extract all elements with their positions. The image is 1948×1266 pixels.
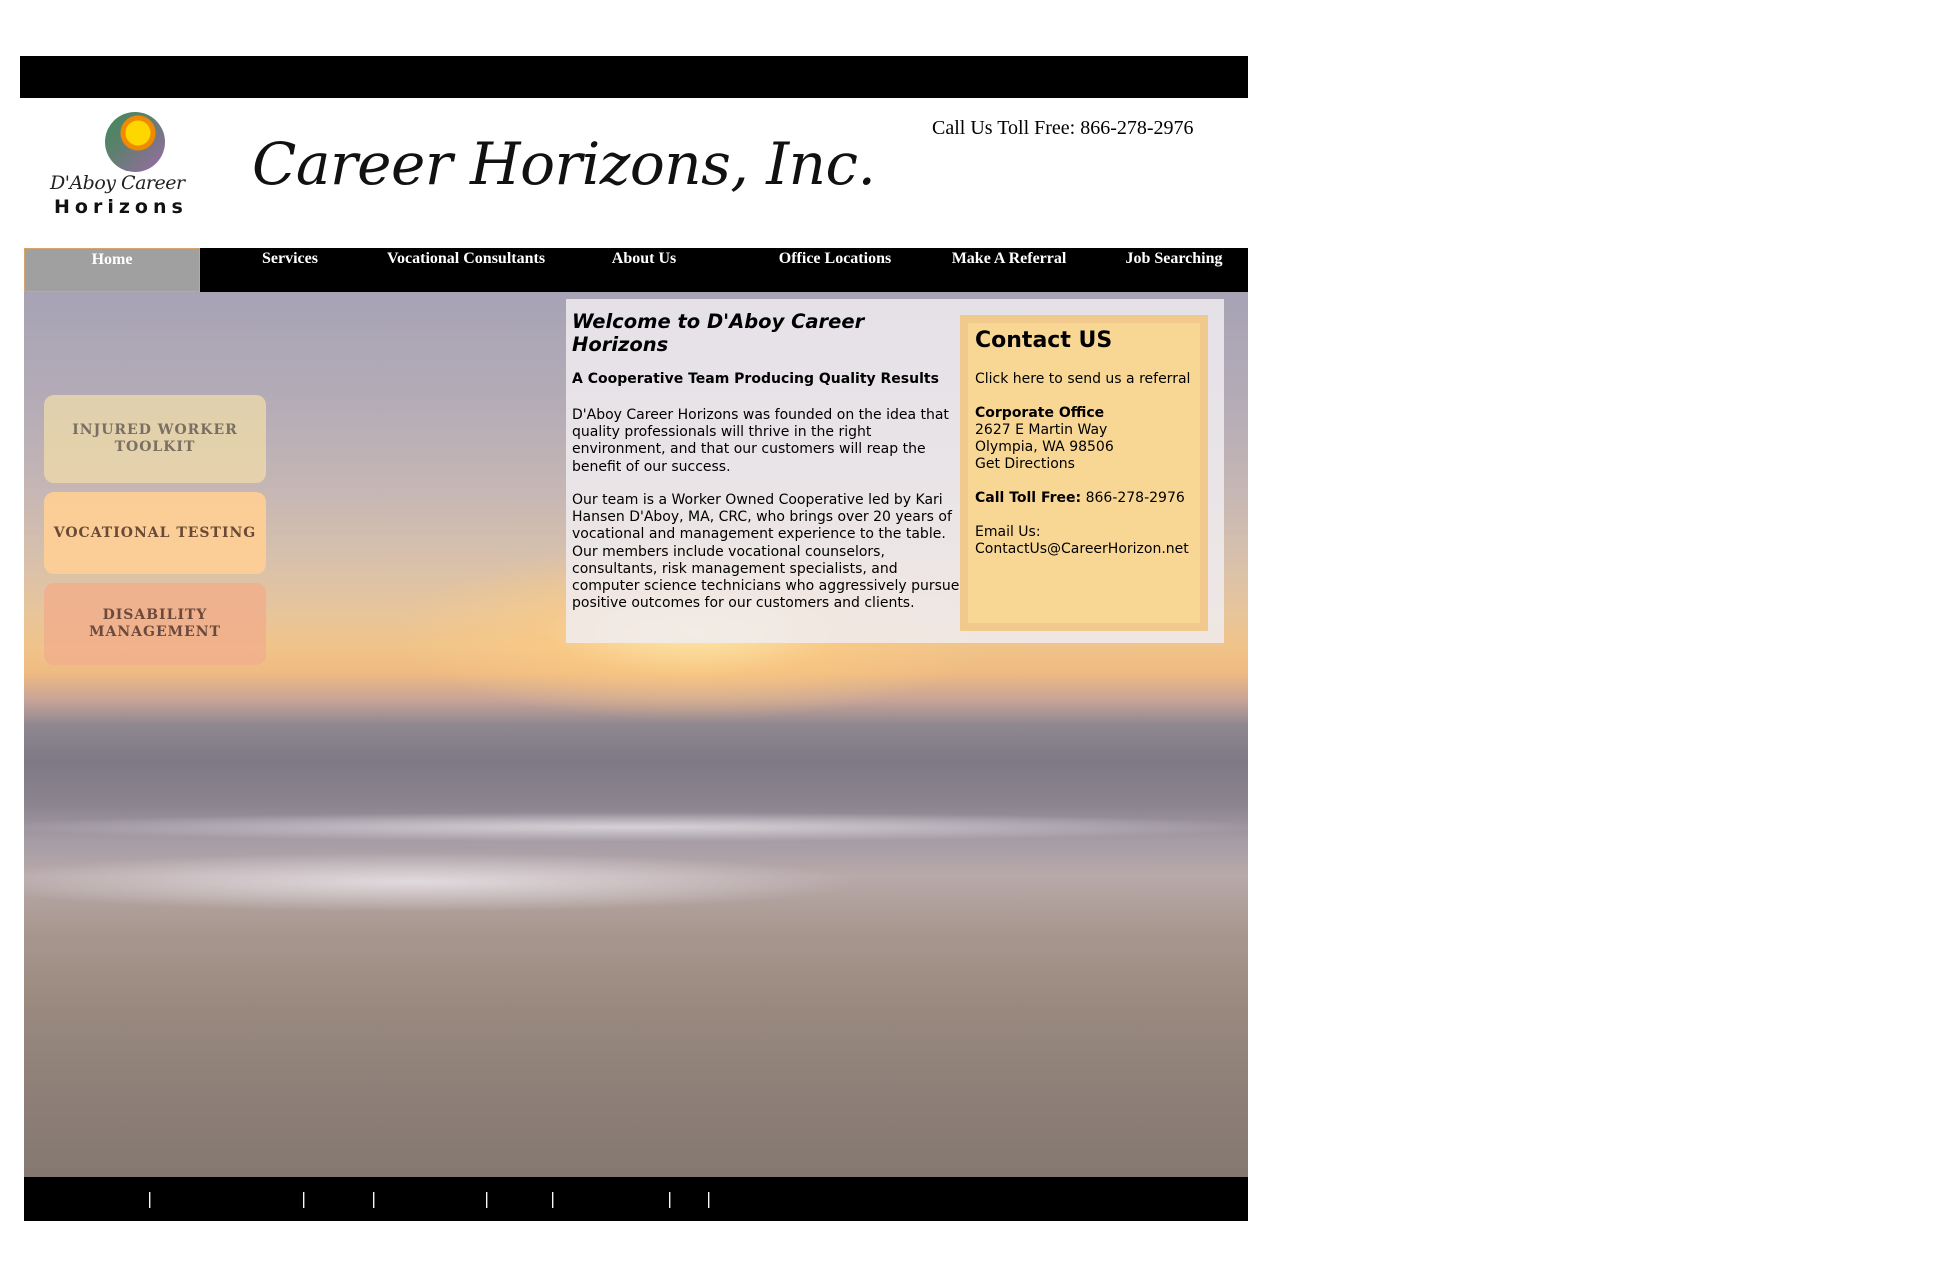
nav-make-a-referral[interactable]: Make A Referral <box>924 248 1094 292</box>
welcome-subheading: A Cooperative Team Producing Quality Res… <box>572 371 939 387</box>
injured-worker-toolkit-button[interactable]: INJURED WORKER TOOLKIT <box>44 395 266 483</box>
main-nav: Home Services Vocational Consultants Abo… <box>24 248 1248 292</box>
company-logo[interactable]: D'Aboy Career Horizons <box>40 112 190 222</box>
get-directions-link[interactable]: Get Directions <box>975 456 1075 473</box>
nav-home[interactable]: Home <box>24 248 200 292</box>
nav-office-locations[interactable]: Office Locations <box>750 248 920 292</box>
call-number: 866-278-2976 <box>1085 490 1185 506</box>
footer-separator: | <box>706 1189 712 1208</box>
vocational-testing-button[interactable]: VOCATIONAL TESTING <box>44 492 266 574</box>
address-line-2: Olympia, WA 98506 <box>975 439 1114 455</box>
wave-foam-lower <box>24 852 864 912</box>
nav-about-us[interactable]: About Us <box>574 248 714 292</box>
welcome-heading: Welcome to D'Aboy Career Horizons <box>572 310 865 356</box>
nav-services[interactable]: Services <box>220 248 360 292</box>
site-title: Career Horizons, Inc. <box>252 130 876 198</box>
call-label: Call Toll Free: <box>975 490 1082 506</box>
footer-separator: | <box>301 1189 307 1208</box>
footer-separator: | <box>147 1189 153 1208</box>
footer-bar: | | | | | | | <box>24 1177 1248 1221</box>
contact-heading: Contact US <box>975 328 1113 353</box>
call-toll-free: Call Toll Free: 866-278-2976 <box>975 490 1185 507</box>
disability-management-button[interactable]: DISABILITY MANAGEMENT <box>44 583 266 665</box>
footer-separator: | <box>667 1189 673 1208</box>
welcome-paragraph-1: D'Aboy Career Horizons was founded on th… <box>572 407 949 475</box>
logo-sun-icon <box>105 112 165 172</box>
top-black-bar <box>20 56 1248 98</box>
footer-separator: | <box>371 1189 377 1208</box>
footer-separator: | <box>550 1189 556 1208</box>
office-heading: Corporate Office <box>975 405 1105 421</box>
email-link[interactable]: ContactUs@CareerHorizon.net <box>975 541 1189 558</box>
nav-vocational-consultants[interactable]: Vocational Consultants <box>376 248 556 292</box>
welcome-paragraph-2: Our team is a Worker Owned Cooperative l… <box>572 492 960 612</box>
footer-separator: | <box>484 1189 490 1208</box>
logo-text-line1: D'Aboy Career <box>50 172 185 194</box>
nav-job-searching[interactable]: Job Searching <box>1099 248 1249 292</box>
email-label: Email Us: <box>975 524 1041 540</box>
address-line-1: 2627 E Martin Way <box>975 422 1108 438</box>
toll-free-number: Call Us Toll Free: 866-278-2976 <box>932 117 1194 139</box>
wave-foam <box>24 812 1248 842</box>
logo-text-line2: Horizons <box>54 196 188 218</box>
referral-link[interactable]: Click here to send us a referral <box>975 371 1190 388</box>
